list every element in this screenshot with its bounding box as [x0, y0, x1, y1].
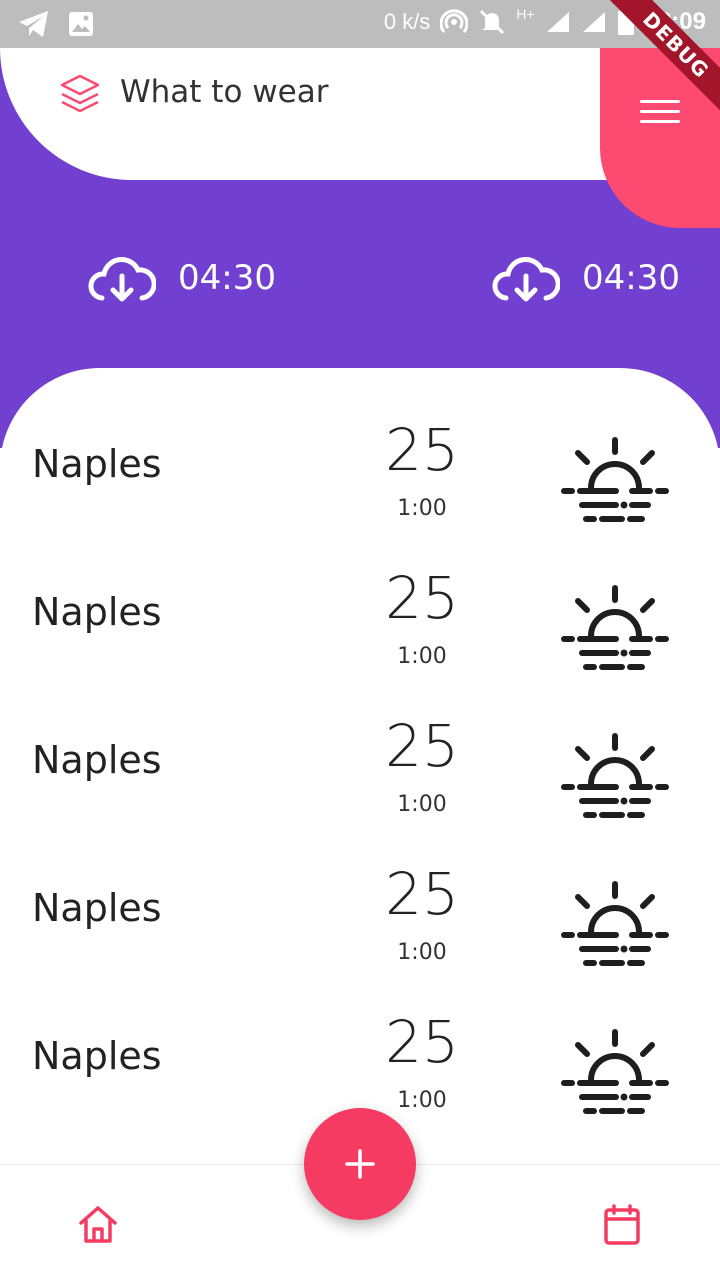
hamburger-menu-icon[interactable]: [640, 100, 680, 130]
weather-row[interactable]: Naples 25 1:00: [0, 968, 720, 1116]
sunrise-icon: [561, 1029, 669, 1114]
home-icon[interactable]: [76, 1203, 120, 1247]
cloud-download-icon[interactable]: [88, 252, 156, 304]
city-name: Naples: [32, 1034, 162, 1078]
forecast-time: 1:00: [397, 940, 447, 965]
city-name: Naples: [32, 590, 162, 634]
temperature: 25: [385, 416, 459, 484]
download-item[interactable]: 04:30: [88, 252, 276, 304]
mute-notifications-icon: [480, 9, 505, 35]
signal-icon: [582, 12, 605, 32]
image-icon: [69, 12, 93, 36]
sunrise-icon: [561, 881, 669, 966]
weather-row[interactable]: Naples 25 1:00: [0, 524, 720, 672]
network-type: H+: [516, 6, 535, 22]
forecast-time: 1:00: [397, 644, 447, 669]
download-time: 04:30: [178, 258, 276, 298]
sunrise-icon: [561, 733, 669, 818]
net-speed: 0 k/s: [383, 9, 431, 34]
telegram-icon: [19, 11, 48, 37]
status-bar: 0 k/s H+ 12:09: [0, 0, 720, 48]
sunrise-icon: [561, 437, 669, 522]
temperature: 25: [385, 712, 459, 780]
hotspot-icon: [440, 9, 469, 33]
calendar-icon[interactable]: [600, 1203, 644, 1247]
city-name: Naples: [32, 886, 162, 930]
temperature: 25: [385, 564, 459, 632]
weather-list: Naples 25 1:00 Naples 25 1:00 Naples 25 1:00 Napl…: [0, 368, 720, 1168]
plus-icon: [345, 1149, 375, 1179]
temperature: 25: [385, 1008, 459, 1076]
forecast-time: 1:00: [397, 496, 447, 521]
weather-row[interactable]: Naples 25 1:00: [0, 672, 720, 820]
temperature: 25: [385, 860, 459, 928]
download-item[interactable]: 04:30: [492, 252, 680, 304]
sunrise-icon: [561, 585, 669, 670]
signal-icon: [546, 12, 569, 32]
weather-row[interactable]: Naples 25 1:00: [0, 376, 720, 524]
layers-icon: [60, 74, 100, 113]
page-title: What to wear: [120, 74, 329, 110]
forecast-time: 1:00: [397, 1088, 447, 1113]
cloud-download-icon[interactable]: [492, 252, 560, 304]
add-button[interactable]: [304, 1108, 416, 1220]
download-time: 04:30: [582, 258, 680, 298]
city-name: Naples: [32, 442, 162, 486]
city-name: Naples: [32, 738, 162, 782]
forecast-time: 1:00: [397, 792, 447, 817]
weather-row[interactable]: Naples 25 1:00: [0, 820, 720, 968]
